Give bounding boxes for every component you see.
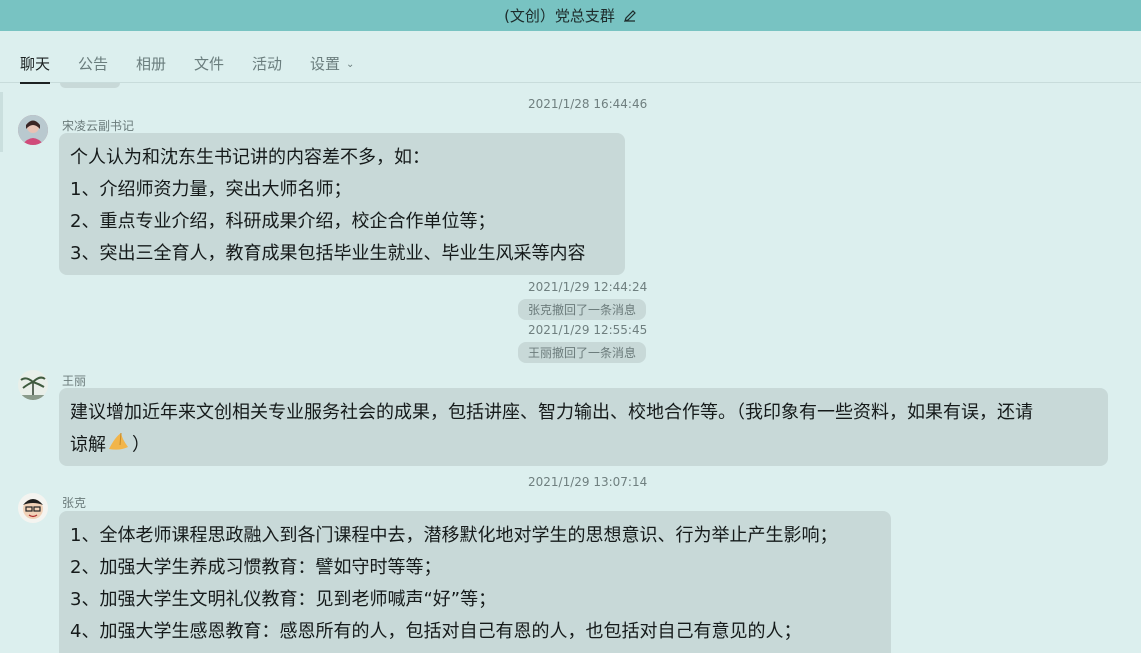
- message-text: ）: [132, 434, 150, 456]
- sender-name: 宋凌云副书记: [62, 119, 135, 133]
- edit-icon[interactable]: [623, 9, 637, 23]
- message-bubble[interactable]: 个人认为和沈东生书记讲的内容差不多，如： 1、介绍师资力量，突出大师名师； 2、…: [59, 133, 625, 275]
- tab-files[interactable]: 文件: [194, 53, 224, 82]
- message-text: 谅解: [70, 434, 106, 456]
- message-line: 建议增加近年来文创相关专业服务社会的成果，包括讲座、智力输出、校地合作等。（我印…: [70, 402, 1033, 423]
- tab-album[interactable]: 相册: [136, 53, 166, 82]
- chevron-down-icon: ⌄: [346, 59, 355, 70]
- avatar[interactable]: [18, 493, 48, 523]
- title-bar: (文创）党总支群: [0, 0, 1141, 31]
- tab-announcements[interactable]: 公告: [78, 53, 108, 82]
- message-line: 1、介绍师资力量，突出大师名师；: [70, 179, 352, 200]
- message-line: 2、重点专业介绍，科研成果介绍，校企合作单位等；: [70, 211, 496, 232]
- recall-notice: 王丽撤回了一条消息: [518, 342, 647, 363]
- pray-emoji-icon: [106, 429, 132, 462]
- scrollbar[interactable]: [0, 92, 3, 152]
- timestamp: 2021/1/28 16:44:46: [528, 97, 648, 111]
- message-line: 4、加强大学生感恩教育：感恩所有的人，包括对自己有恩的人，也包括对自己有意见的人…: [70, 621, 802, 642]
- tab-settings-label: 设置: [310, 55, 341, 73]
- group-title: (文创）党总支群: [504, 7, 615, 25]
- tab-chat[interactable]: 聊天: [20, 53, 51, 84]
- message-bubble[interactable]: 建议增加近年来文创相关专业服务社会的成果，包括讲座、智力输出、校地合作等。（我印…: [59, 388, 1108, 466]
- tab-settings[interactable]: 设置 ⌄: [310, 53, 354, 82]
- message-bubble[interactable]: 1、全体老师课程思政融入到各门课程中去，潜移默化地对学生的思想意识、行为举止产生…: [59, 511, 891, 653]
- message-line: 1、全体老师课程思政融入到各门课程中去，潜移默化地对学生的思想意识、行为举止产生…: [70, 525, 838, 546]
- recall-notice: 张克撤回了一条消息: [518, 299, 647, 320]
- message-line: 个人认为和沈东生书记讲的内容差不多，如：: [70, 147, 430, 168]
- timestamp: 2021/1/29 13:07:14: [528, 475, 648, 489]
- tab-bar: 聊天 公告 相册 文件 活动 设置 ⌄: [0, 31, 1141, 84]
- timestamp: 2021/1/29 12:44:24: [528, 280, 648, 294]
- timestamp: 2021/1/29 12:55:45: [528, 323, 648, 337]
- sender-name: 王丽: [62, 374, 87, 388]
- message-line: 2、加强大学生养成习惯教育：譬如守时等等；: [70, 557, 442, 578]
- message-line: 3、加强大学生文明礼仪教育：见到老师喊声“好”等；: [70, 589, 497, 610]
- previous-message-bubble: [60, 83, 120, 88]
- sender-name: 张克: [62, 496, 87, 510]
- tab-activities[interactable]: 活动: [252, 53, 282, 82]
- message-line: 3、突出三全育人，教育成果包括毕业生就业、毕业生风采等内容: [70, 243, 586, 264]
- avatar[interactable]: [18, 115, 48, 145]
- avatar[interactable]: [18, 370, 48, 400]
- chat-area[interactable]: 2021/1/28 16:44:46 宋凌云副书记 个人认为和沈东生书记讲的内容…: [0, 83, 1141, 653]
